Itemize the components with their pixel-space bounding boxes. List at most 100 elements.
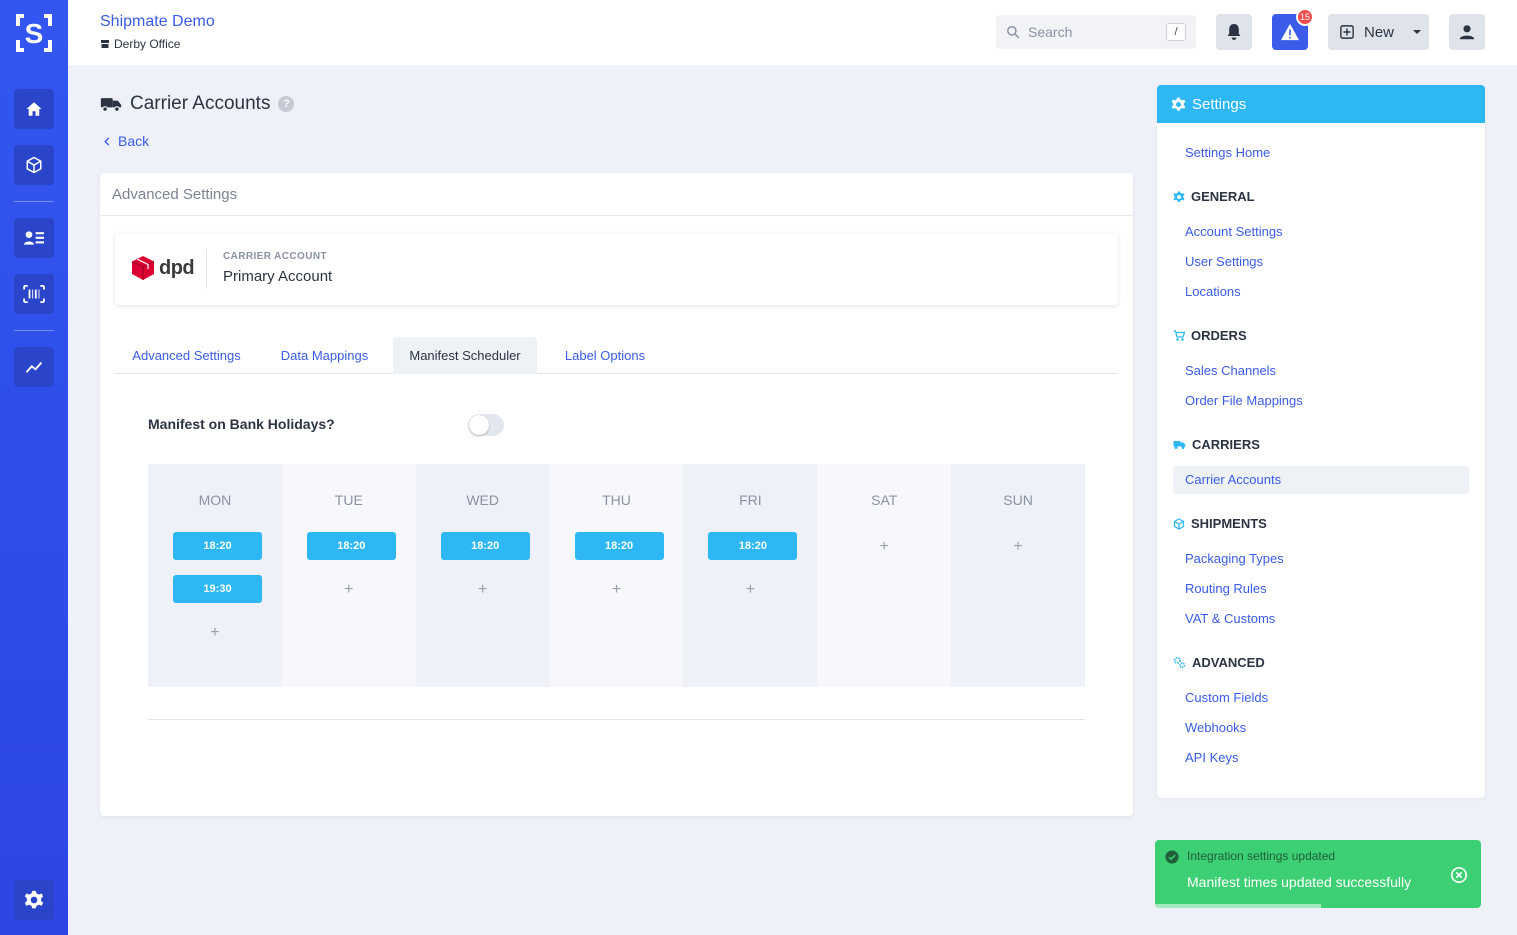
package-icon [1173,517,1185,530]
time-slot[interactable]: 18:20 [574,532,664,560]
settings-link-webhooks[interactable]: Webhooks [1185,720,1246,735]
day-name: MON [198,492,232,508]
add-time-button[interactable]: + [550,581,684,599]
cogs-icon [1173,656,1186,669]
carrier-settings-card: Advanced Settings dpd CARRIER ACCOUNT Pr… [100,173,1133,816]
search-shortcut: / [1166,23,1186,41]
page-title: Carrier Accounts [130,93,271,114]
section-title: GENERAL [1191,189,1255,204]
gear-icon [1173,191,1185,202]
settings-link-user-settings[interactable]: User Settings [1185,254,1263,269]
close-icon[interactable] [1450,866,1468,884]
day-column-mon: MON 18:20 19:30 + [148,464,282,687]
location-switcher[interactable]: Derby Office [100,37,180,51]
search-placeholder: Search [1028,24,1073,40]
location-name: Derby Office [114,37,181,51]
bank-holidays-toggle[interactable] [468,414,504,436]
search-input[interactable]: Search / [996,15,1196,49]
day-column-sun: SUN + [951,464,1086,687]
schedule-divider [148,719,1085,720]
settings-header: Settings [1157,85,1485,123]
day-name: TUE [334,492,363,508]
notifications-button[interactable] [1216,14,1252,50]
section-orders: ORDERS [1173,328,1247,343]
section-carriers: CARRIERS [1173,437,1260,452]
settings-link-account-settings[interactable]: Account Settings [1185,224,1283,239]
settings-link-order-file-mappings[interactable]: Order File Mappings [1185,393,1303,408]
section-advanced: ADVANCED [1173,655,1265,670]
new-button[interactable]: New [1328,14,1429,50]
settings-link-locations[interactable]: Locations [1185,284,1241,299]
day-column-sat: SAT + [817,464,952,687]
help-icon[interactable]: ? [278,96,295,112]
tab-manifest-scheduler[interactable]: Manifest Scheduler [393,337,537,374]
add-time-button[interactable]: + [282,581,416,599]
section-title: ADVANCED [1192,655,1265,670]
settings-link-carrier-accounts[interactable]: Carrier Accounts [1185,472,1281,487]
settings-link-api-keys[interactable]: API Keys [1185,750,1238,765]
settings-link-packaging-types[interactable]: Packaging Types [1185,551,1284,566]
user-icon [1459,25,1475,40]
app-rail: S [0,0,68,935]
add-time-button[interactable]: + [148,624,282,642]
alert-count-badge: 15 [1296,8,1314,26]
truck-icon [100,98,122,113]
alerts-button[interactable]: 15 [1272,8,1314,50]
toggle-knob [469,415,489,435]
warning-icon [1281,23,1299,41]
check-circle-icon [1165,850,1179,864]
settings-home-link[interactable]: Settings Home [1185,145,1270,160]
rail-divider [14,330,54,331]
back-link[interactable]: Back [104,133,149,149]
dpd-cube-icon [131,256,155,280]
time-slot[interactable]: 18:20 [708,532,798,560]
top-bar: Shipmate Demo Derby Office Search / 15 N… [68,0,1517,65]
day-name: SUN [1003,492,1033,508]
time-slot[interactable]: 19:30 [173,575,262,603]
card-header: Advanced Settings [100,173,1133,216]
store-icon [101,40,109,48]
settings-link-custom-fields[interactable]: Custom Fields [1185,690,1268,705]
settings-link-routing-rules[interactable]: Routing Rules [1185,581,1267,596]
toast-progress-bar [1155,904,1322,908]
section-general: GENERAL [1173,189,1255,204]
add-time-button[interactable]: + [416,581,550,599]
section-title: CARRIERS [1192,437,1260,452]
org-name[interactable]: Shipmate Demo [100,13,215,31]
section-shipments: SHIPMENTS [1173,516,1267,531]
add-time-button[interactable]: + [951,538,1085,556]
rail-divider [14,201,54,202]
time-slot[interactable]: 18:20 [173,532,262,560]
cart-icon [1173,329,1185,341]
time-slot[interactable]: 18:20 [306,532,396,560]
package-icon[interactable] [14,145,54,185]
chevron-left-icon [104,136,110,146]
add-time-button[interactable]: + [817,538,951,556]
time-slot[interactable]: 18:20 [440,532,530,560]
home-icon[interactable] [14,89,54,129]
settings-link-sales-channels[interactable]: Sales Channels [1185,363,1276,378]
bell-icon [1227,24,1241,40]
carrier-account-label: CARRIER ACCOUNT [223,251,327,262]
barcode-icon[interactable] [14,274,54,314]
settings-title: Settings [1192,95,1247,113]
toast-title: Integration settings updated [1187,849,1336,863]
day-name: FRI [739,492,762,508]
analytics-icon[interactable] [14,347,54,387]
app-logo-icon[interactable]: S [14,12,54,54]
manifest-schedule: MON 18:20 19:30 + TUE 18:20 + WED 18:20 … [148,464,1086,687]
day-name: SAT [871,492,898,508]
user-menu-button[interactable] [1449,14,1485,50]
tab-label-options[interactable]: Label Options [551,337,659,374]
add-time-button[interactable]: + [683,581,817,599]
section-title: ORDERS [1191,328,1247,343]
tab-data-mappings[interactable]: Data Mappings [267,337,382,374]
tab-advanced-settings[interactable]: Advanced Settings [114,337,259,374]
settings-link-vat-customs[interactable]: VAT & Customs [1185,611,1275,626]
settings-tabs: Advanced Settings Data Mappings Manifest… [114,337,1118,374]
new-button-label: New [1364,23,1395,41]
dpd-logo-text: dpd [159,256,195,279]
gear-icon[interactable] [14,880,54,920]
contacts-icon[interactable] [14,218,54,258]
success-toast: Integration settings updated Manifest ti… [1155,840,1481,908]
